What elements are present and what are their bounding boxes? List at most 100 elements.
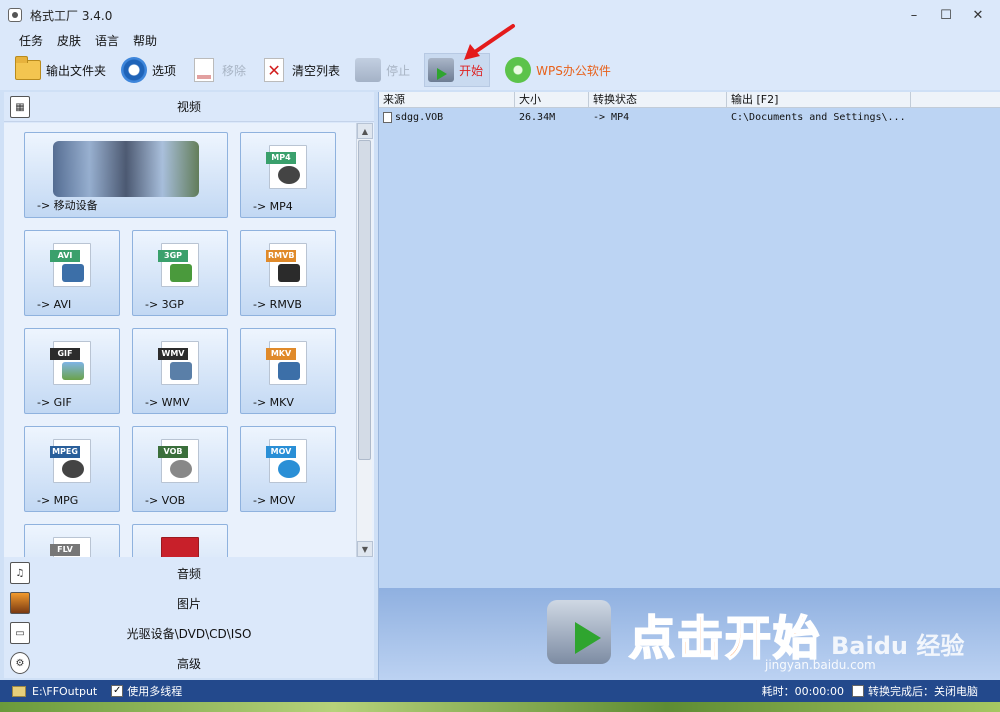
column-filler [911, 92, 1000, 108]
video-scrollbar[interactable]: ▲ ▼ [356, 123, 373, 557]
mpeg-file-icon: MPEG [50, 439, 91, 483]
scroll-down-icon[interactable]: ▼ [357, 541, 373, 557]
menu-language[interactable]: 语言 [88, 32, 126, 49]
scroll-thumb[interactable] [358, 140, 371, 460]
window-title: 格式工厂 3.4.0 [30, 8, 113, 23]
3gp-file-icon: 3GP [158, 243, 199, 287]
baidu-watermark: Baidu 经验 [831, 632, 965, 660]
cell-source: sdgg.VOB [379, 110, 515, 126]
format-tag: WMV [158, 348, 188, 360]
tile-avi[interactable]: AVI -> AVI [24, 230, 120, 316]
tile-flv[interactable]: FLV [24, 524, 120, 557]
tile-mpg[interactable]: MPEG -> MPG [24, 426, 120, 512]
vob-file-icon: VOB [158, 439, 199, 483]
wps-button[interactable]: WPS办公软件 [504, 53, 611, 87]
file-icon [383, 111, 392, 123]
format-tag: VOB [158, 446, 188, 458]
options-label: 选项 [152, 63, 177, 78]
mkv-file-icon: MKV [266, 341, 307, 385]
start-banner[interactable]: 点击开始 Baidu 经验 jingyan.baidu.com [379, 588, 1000, 680]
tile-vob[interactable]: VOB -> VOB [132, 426, 228, 512]
rmvb-file-icon: RMVB [266, 243, 307, 287]
category-disc[interactable]: ▭ 光驱设备\DVD\CD\ISO [4, 618, 374, 648]
status-bar: E:\FFOutput ✓ 使用多线程 耗时：00:00:00 转换完成后：关闭… [0, 680, 1000, 702]
task-table-header: 来源 大小 转换状态 输出 [F2] [379, 92, 1000, 108]
flv-file-icon: FLV [50, 537, 91, 557]
folder-icon [14, 56, 42, 84]
tile-mov[interactable]: MOV -> MOV [240, 426, 336, 512]
mov-file-icon: MOV [266, 439, 307, 483]
flash-file-icon [161, 537, 199, 557]
column-source[interactable]: 来源 [379, 92, 515, 108]
tile-mkv[interactable]: MKV -> MKV [240, 328, 336, 414]
format-tag: MOV [266, 446, 296, 458]
tile-mp4[interactable]: MP4 -> MP4 [240, 132, 336, 218]
scroll-up-icon[interactable]: ▲ [357, 123, 373, 139]
tile-rmvb[interactable]: RMVB -> RMVB [240, 230, 336, 316]
format-tag: RMVB [266, 250, 297, 262]
tile-label: -> GIF [37, 396, 72, 409]
tile-label: -> WMV [145, 396, 190, 409]
avi-file-icon: AVI [50, 243, 91, 287]
start-label: 开始 [459, 63, 484, 78]
tile-label: -> RMVB [253, 298, 302, 311]
wps-label: WPS办公软件 [536, 63, 611, 78]
close-button[interactable]: ✕ [962, 4, 994, 26]
output-folder-label: 输出文件夹 [46, 63, 107, 78]
menu-task[interactable]: 任务 [12, 32, 50, 49]
stop-button[interactable]: 停止 [354, 53, 410, 87]
tile-label: -> VOB [145, 494, 186, 507]
after-convert-label: 转换完成后：关闭电脑 [868, 685, 978, 698]
column-size[interactable]: 大小 [515, 92, 589, 108]
output-folder-button[interactable]: 输出文件夹 [14, 53, 106, 87]
tile-gif[interactable]: GIF -> GIF [24, 328, 120, 414]
remove-label: 移除 [222, 63, 247, 78]
tile-3gp[interactable]: 3GP -> 3GP [132, 230, 228, 316]
column-output[interactable]: 输出 [F2] [727, 92, 911, 108]
category-video[interactable]: ▦ 视频 [4, 92, 374, 122]
remove-button[interactable]: 移除 [190, 53, 246, 87]
format-tag: AVI [50, 250, 80, 262]
cell-size: 26.34M [519, 112, 556, 123]
status-right: 耗时：00:00:00 转换完成后：关闭电脑 [762, 680, 978, 702]
category-advanced[interactable]: ⚙ 高级 [4, 648, 374, 678]
cell-status: -> MP4 [593, 112, 630, 123]
tile-label: -> MPG [37, 494, 79, 507]
category-audio[interactable]: ♫ 音频 [4, 558, 374, 588]
film-reel-icon: ⚙ [10, 652, 30, 674]
format-tag: MKV [266, 348, 296, 360]
category-audio-label: 音频 [176, 566, 201, 581]
minimize-button[interactable]: – [898, 4, 930, 26]
tile-label: -> 3GP [145, 298, 184, 311]
menu-help[interactable]: 帮助 [126, 32, 164, 49]
tile-swf[interactable] [132, 524, 228, 557]
clear-list-label: 清空列表 [292, 63, 341, 78]
column-status[interactable]: 转换状态 [589, 92, 727, 108]
multithread-checkbox[interactable]: ✓ [111, 685, 124, 697]
format-tag: GIF [50, 348, 80, 360]
mp4-file-icon: MP4 [266, 145, 307, 189]
after-convert-checkbox[interactable] [852, 685, 864, 697]
video-format-grid: -> 移动设备 MP4 -> MP4 AVI -> AVI 3GP -> 3GP… [4, 123, 374, 557]
video-film-icon: ▦ [10, 96, 30, 118]
annotation-arrow-icon [464, 24, 515, 60]
category-disc-label: 光驱设备\DVD\CD\ISO [126, 626, 252, 641]
output-path: E:\FFOutput [32, 684, 98, 698]
table-row[interactable]: sdgg.VOB 26.34M -> MP4 C:\Documents and … [379, 110, 1000, 126]
start-play-icon [427, 56, 455, 84]
options-button[interactable]: 选项 [120, 53, 176, 87]
tile-mobile-device[interactable]: -> 移动设备 [24, 132, 228, 218]
menu-skin[interactable]: 皮肤 [50, 32, 88, 49]
folder-icon[interactable] [12, 685, 26, 697]
category-picture[interactable]: 图片 [4, 588, 374, 618]
source-text: sdgg.VOB [395, 112, 444, 123]
window-controls: – ☐ ✕ [898, 4, 994, 26]
options-gear-icon [120, 56, 148, 84]
stop-icon [354, 56, 382, 84]
desktop-background-strip [0, 702, 1000, 712]
maximize-button[interactable]: ☐ [930, 4, 962, 26]
tile-label: -> MOV [253, 494, 296, 507]
tile-wmv[interactable]: WMV -> WMV [132, 328, 228, 414]
category-picture-label: 图片 [176, 596, 201, 611]
clear-list-button[interactable]: ✕ 清空列表 [260, 53, 340, 87]
